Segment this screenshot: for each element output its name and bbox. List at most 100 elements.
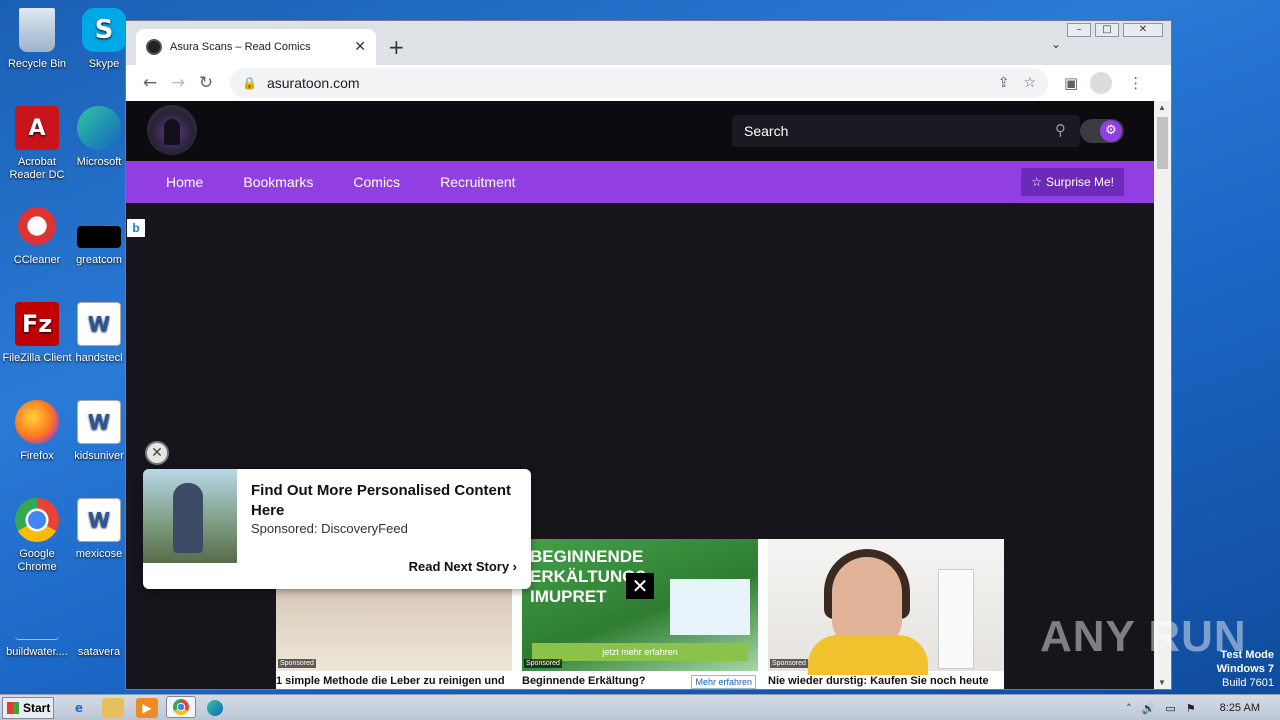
- ad-card[interactable]: Sponsored Nie wieder durstig: Kaufen Sie…: [768, 539, 1004, 689]
- popup-ad-image: [143, 469, 237, 563]
- desktop-icon-recycle-bin[interactable]: Recycle Bin: [0, 8, 74, 71]
- file-icon: [77, 226, 121, 248]
- desktop-icon-handstecl[interactable]: W handstecl: [74, 302, 124, 365]
- forward-arrow-icon[interactable]: →: [164, 73, 192, 93]
- nav-recruitment[interactable]: Recruitment: [440, 174, 515, 190]
- gear-icon: ⚙: [1100, 120, 1122, 142]
- url-text[interactable]: asuratoon.com: [267, 75, 984, 91]
- desktop-icon-chrome[interactable]: Google Chrome: [0, 498, 74, 574]
- sponsored-label: Sponsored: [524, 659, 562, 668]
- ad-caption[interactable]: Nie wieder durstig: Kaufen Sie noch heut…: [768, 675, 1004, 687]
- desktop-icon-mexicose[interactable]: W mexicose: [74, 498, 124, 561]
- word-icon: W: [77, 302, 121, 346]
- lock-icon[interactable]: 🔒: [242, 76, 257, 90]
- firefox-icon: [15, 400, 59, 444]
- chrome-taskbar-icon[interactable]: [166, 696, 196, 718]
- popup-sponsor: Sponsored: DiscoveryFeed: [251, 521, 408, 536]
- surprise-label: Surprise Me!: [1045, 175, 1114, 189]
- tab-asura-scans[interactable]: Asura Scans – Read Comics ✕: [136, 29, 376, 65]
- file-icon: [77, 596, 121, 640]
- clock[interactable]: 8:25 AM: [1220, 702, 1260, 714]
- nav-bookmarks[interactable]: Bookmarks: [243, 174, 313, 190]
- desktop-icon-satavera[interactable]: satavera: [74, 596, 124, 659]
- product-box-image: [670, 579, 750, 635]
- popup-ad[interactable]: Find Out More Personalised Content Here …: [143, 469, 531, 589]
- address-bar[interactable]: 🔒 asuratoon.com ⇪ ☆: [230, 68, 1048, 98]
- ad-cta-button[interactable]: jetzt mehr erfahren: [532, 643, 748, 661]
- site-header: Search ⚲ ⚙: [126, 101, 1154, 161]
- surprise-me-button[interactable]: ☆ Surprise Me!: [1021, 168, 1124, 196]
- windows-flag-icon: [7, 702, 19, 714]
- skype-icon: S: [82, 8, 126, 52]
- water-cooler-image: [938, 569, 974, 669]
- edge-icon: [77, 106, 121, 150]
- share-icon[interactable]: ⇪: [998, 75, 1010, 91]
- scroll-down-icon[interactable]: ▼: [1158, 678, 1166, 687]
- ad-image: BEGINNENDE ERKÄLTUNG? IMUPRET jetzt mehr…: [522, 539, 758, 671]
- ad-close-icon[interactable]: ✕: [626, 573, 654, 599]
- word-icon: W: [77, 498, 121, 542]
- popup-headline[interactable]: Find Out More Personalised Content Here: [251, 481, 521, 521]
- desktop-icon-kidsuniver[interactable]: W kidsuniver: [74, 400, 124, 463]
- search-placeholder: Search: [744, 123, 789, 139]
- taskbar: Start e ▶ ˄ 🔊 ▭ ⚑ 8:25 AM: [0, 694, 1280, 720]
- site-logo[interactable]: [147, 105, 197, 155]
- start-label: Start: [23, 701, 51, 715]
- word-icon: W: [77, 400, 121, 444]
- bing-icon[interactable]: b: [127, 219, 145, 237]
- site-search-input[interactable]: Search ⚲: [732, 115, 1080, 147]
- edge-taskbar-icon[interactable]: [204, 698, 226, 718]
- volume-icon[interactable]: 🔊: [1142, 702, 1156, 715]
- profile-avatar-icon[interactable]: [1090, 72, 1113, 94]
- ad-card[interactable]: BEGINNENDE ERKÄLTUNG? IMUPRET jetzt mehr…: [522, 539, 758, 689]
- tab-search-chevron-icon[interactable]: ⌄: [1051, 37, 1061, 51]
- test-mode-text: Test Mode Windows 7 Build 7601: [1216, 649, 1274, 689]
- system-tray: ˄ 🔊 ▭ ⚑ 8:25 AM: [1116, 695, 1280, 720]
- side-panel-icon[interactable]: ▣: [1064, 74, 1078, 92]
- theme-toggle[interactable]: ⚙: [1080, 119, 1124, 143]
- popup-close-icon[interactable]: ✕: [145, 441, 169, 465]
- page-scrollbar[interactable]: ▲ ▼: [1154, 101, 1171, 689]
- nav-comics[interactable]: Comics: [353, 174, 400, 190]
- new-tab-icon[interactable]: +: [388, 35, 405, 59]
- media-player-icon[interactable]: ▶: [136, 698, 158, 718]
- star-icon: ☆: [1031, 175, 1042, 189]
- read-next-story-link[interactable]: Read Next Story ›: [409, 559, 517, 574]
- sponsored-label: Sponsored: [278, 659, 316, 668]
- ad-caption[interactable]: 1 simple Methode die Leber zu reinigen u…: [276, 675, 512, 687]
- desktop-icon-buildwater[interactable]: buildwater....: [0, 596, 74, 659]
- desktop-icon-greatcom[interactable]: greatcom: [74, 204, 124, 267]
- ad-image: [768, 539, 1004, 675]
- mehr-erfahren-button[interactable]: Mehr erfahren: [691, 675, 756, 689]
- chrome-icon: [15, 498, 59, 542]
- close-tab-icon[interactable]: ✕: [354, 39, 366, 55]
- explorer-folder-icon[interactable]: [102, 698, 124, 718]
- scroll-up-icon[interactable]: ▲: [1158, 103, 1166, 112]
- action-center-flag-icon[interactable]: ⚑: [1186, 702, 1196, 715]
- back-arrow-icon[interactable]: ←: [136, 73, 164, 93]
- nav-home[interactable]: Home: [166, 174, 203, 190]
- ccleaner-icon: [15, 204, 59, 248]
- scroll-thumb[interactable]: [1157, 117, 1168, 169]
- search-icon[interactable]: ⚲: [1055, 121, 1066, 139]
- network-icon[interactable]: ▭: [1165, 702, 1175, 715]
- recycle-bin-icon: [19, 8, 55, 52]
- desktop-icon-edge[interactable]: Microsoft: [74, 106, 124, 169]
- browser-window: – □ ✕ Asura Scans – Read Comics ✕ + ⌄ ← …: [125, 20, 1172, 690]
- desktop-icon-firefox[interactable]: Firefox: [0, 400, 74, 463]
- tab-strip: Asura Scans – Read Comics ✕ + ⌄: [126, 21, 1171, 65]
- sponsored-label: Sponsored: [770, 659, 808, 668]
- bookmark-star-icon[interactable]: ☆: [1023, 75, 1036, 91]
- tab-title: Asura Scans – Read Comics: [170, 41, 311, 53]
- reload-icon[interactable]: ↻: [192, 73, 220, 93]
- desktop-icon-acrobat[interactable]: A Acrobat Reader DC: [0, 106, 74, 182]
- file-icon: [15, 596, 59, 640]
- page-viewport: Search ⚲ ⚙ Home Bookmarks Comics Recruit…: [126, 101, 1154, 689]
- ie-icon[interactable]: e: [68, 698, 90, 718]
- tray-expand-icon[interactable]: ˄: [1126, 702, 1132, 715]
- start-button[interactable]: Start: [2, 697, 54, 719]
- desktop-icon-filezilla[interactable]: Fz FileZilla Client: [0, 302, 74, 365]
- desktop-icon-ccleaner[interactable]: CCleaner: [0, 204, 74, 267]
- site-favicon-icon: [146, 39, 162, 55]
- more-menu-icon[interactable]: ⋮: [1128, 74, 1143, 92]
